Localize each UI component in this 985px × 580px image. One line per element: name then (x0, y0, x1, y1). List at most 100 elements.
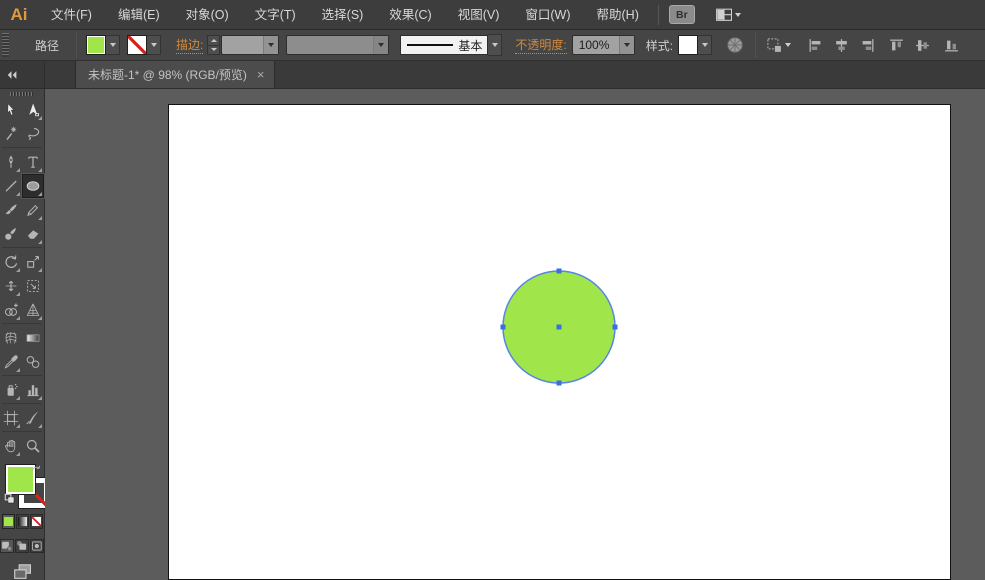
color-mode-row (1, 514, 43, 529)
change-screen-mode-button[interactable] (13, 562, 31, 580)
brush-stroke-preview (407, 44, 454, 46)
artboard-tool[interactable] (0, 406, 22, 430)
eraser-tool[interactable] (22, 222, 44, 246)
tools-panel (0, 89, 50, 580)
align-to-selection-button[interactable] (766, 37, 792, 54)
ellipse-tool[interactable] (22, 174, 44, 199)
hand-tool-icon (3, 438, 19, 454)
opacity-dropdown-arrow[interactable] (618, 36, 634, 54)
type-tool[interactable] (22, 150, 44, 174)
brush-definition-dropdown-button[interactable] (488, 34, 503, 56)
menu-select[interactable]: 选择(S) (309, 0, 377, 30)
vertical-align-top-icon (888, 37, 905, 54)
free-transform-tool[interactable] (22, 274, 44, 298)
menu-view[interactable]: 视图(V) (445, 0, 513, 30)
magic-wand-tool[interactable] (0, 122, 22, 146)
blob-brush-tool[interactable] (0, 222, 22, 246)
draw-behind-button[interactable] (15, 539, 29, 553)
menu-object[interactable]: 对象(O) (173, 0, 242, 30)
paintbrush-tool[interactable] (0, 198, 22, 222)
fill-stroke-indicator (0, 462, 50, 510)
width-profile-combobox[interactable] (286, 35, 390, 55)
vertical-align-center-button[interactable] (914, 37, 931, 54)
width-profile-dropdown-arrow[interactable] (373, 36, 389, 54)
document-tab-title: 未标题-1* @ 98% (RGB/预览) (88, 68, 247, 82)
default-fill-stroke-button[interactable] (3, 492, 17, 506)
eyedropper-tool[interactable] (0, 350, 22, 374)
fill-color-swatch[interactable] (86, 35, 107, 55)
toolbar-collapse-button[interactable] (0, 61, 45, 88)
selection-tool[interactable] (0, 98, 22, 122)
workspace-switcher-button[interactable] (715, 6, 741, 23)
rotate-tool[interactable] (0, 250, 22, 274)
style-control (678, 35, 713, 55)
brush-definition-box[interactable]: 基本 (400, 35, 489, 55)
draw-inside-button[interactable] (30, 539, 44, 553)
gradient-button[interactable] (15, 514, 29, 529)
stroke-color-swatch[interactable] (127, 35, 148, 55)
blend-tool[interactable] (22, 350, 44, 374)
menu-effect[interactable]: 效果(C) (376, 0, 444, 30)
free-transform-tool-icon (25, 278, 41, 294)
mesh-tool[interactable] (0, 326, 22, 350)
recolor-artwork-button[interactable] (726, 36, 744, 54)
direct-selection-tool[interactable] (22, 98, 44, 122)
width-tool[interactable] (0, 274, 22, 298)
stroke-panel-link[interactable]: 描边: (176, 36, 204, 54)
menu-window[interactable]: 窗口(W) (512, 0, 583, 30)
vertical-align-top-button[interactable] (888, 37, 905, 54)
blend-tool-icon (25, 354, 41, 370)
line-segment-tool[interactable] (0, 174, 22, 198)
document-tab[interactable]: 未标题-1* @ 98% (RGB/预览) × (75, 61, 276, 88)
horizontal-align-center-button[interactable] (833, 37, 850, 54)
tab-close-icon[interactable]: × (257, 68, 265, 81)
perspective-grid-tool-icon (25, 302, 41, 318)
scale-tool[interactable] (22, 250, 44, 274)
opacity-combobox[interactable]: 100% (571, 35, 635, 55)
style-dropdown-button[interactable] (698, 35, 713, 55)
stroke-color-dropdown-button[interactable] (147, 35, 162, 55)
stroke-color-control (127, 35, 162, 55)
horizontal-align-right-button[interactable] (859, 37, 876, 54)
opacity-panel-link[interactable]: 不透明度: (515, 36, 567, 54)
shape-builder-tool-icon (3, 302, 19, 318)
shape-builder-tool[interactable] (0, 298, 22, 322)
menu-edit[interactable]: 编辑(E) (105, 0, 173, 30)
menu-file[interactable]: 文件(F) (38, 0, 105, 30)
gradient-tool[interactable] (22, 326, 44, 350)
style-swatch[interactable] (678, 35, 699, 55)
column-graph-tool[interactable] (22, 378, 44, 402)
draw-normal-button[interactable] (0, 539, 14, 553)
hand-tool[interactable] (0, 434, 22, 458)
perspective-grid-tool[interactable] (22, 298, 44, 322)
none-button[interactable] (29, 514, 43, 529)
tools-panel-grip[interactable] (10, 92, 34, 97)
menubar-divider (657, 4, 659, 25)
stepper-up-button[interactable] (207, 35, 221, 46)
pen-tool-icon (3, 154, 19, 170)
opacity-value: 100% (578, 38, 610, 52)
fill-color-dropdown-button[interactable] (106, 35, 121, 55)
pencil-tool[interactable] (22, 198, 44, 222)
scale-tool-icon (25, 254, 41, 270)
default-swatches-icon (3, 492, 17, 506)
menu-type[interactable]: 文字(T) (242, 0, 309, 30)
control-bar-grip[interactable] (2, 33, 9, 57)
swap-fill-stroke-button[interactable] (30, 463, 43, 476)
color-button[interactable] (1, 514, 15, 529)
symbol-sprayer-tool[interactable] (0, 378, 22, 402)
stepper-down-button[interactable] (207, 45, 221, 55)
zoom-tool[interactable] (22, 434, 44, 458)
menu-help[interactable]: 帮助(H) (584, 0, 652, 30)
brush-definition-control: 基本 (400, 34, 503, 56)
bridge-button[interactable]: Br (668, 5, 695, 24)
stroke-weight-combobox[interactable] (221, 35, 280, 55)
artboard[interactable] (168, 104, 951, 580)
vertical-align-bottom-button[interactable] (943, 37, 960, 54)
pen-tool[interactable] (0, 150, 22, 174)
canvas-area[interactable] (45, 89, 985, 580)
lasso-tool[interactable] (22, 122, 44, 146)
horizontal-align-left-button[interactable] (807, 37, 824, 54)
stroke-weight-dropdown-arrow[interactable] (263, 36, 279, 54)
slice-tool[interactable] (22, 406, 44, 430)
